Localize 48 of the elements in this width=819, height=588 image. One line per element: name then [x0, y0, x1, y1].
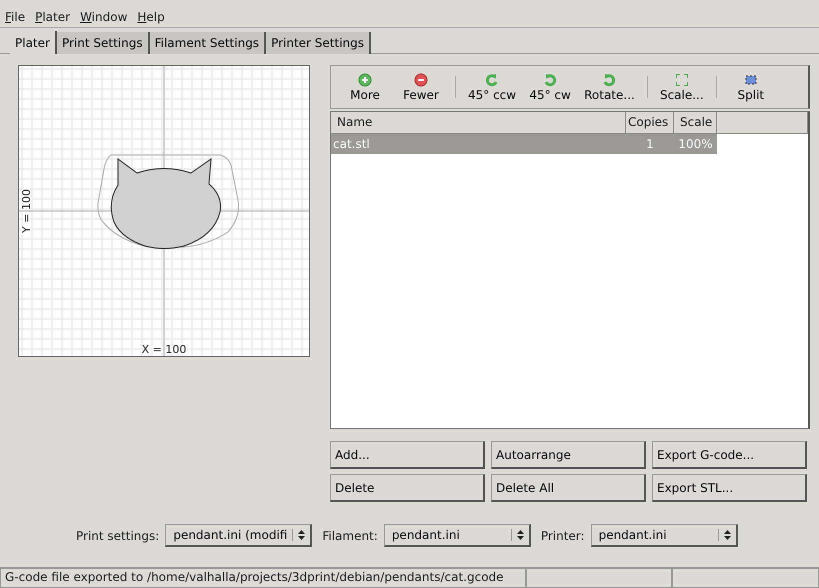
rotate-cw-icon — [543, 72, 558, 86]
preset-dropdown[interactable]: pendant.ini (modifi — [165, 524, 312, 547]
preset-dropdown[interactable]: pendant.ini — [590, 524, 738, 547]
status-text: G-code file exported to /home/valhalla/projects/3dprint/debian/pendants/cat.gcode — [0, 568, 526, 588]
spinner-arrows-icon — [510, 529, 525, 541]
column-header[interactable]: Name — [331, 112, 626, 133]
y-axis-label: Y = 100 — [20, 189, 33, 233]
menu-item[interactable]: File — [5, 10, 26, 24]
rotate-cw-icon — [602, 72, 616, 86]
selector-label: Printer: — [540, 528, 585, 542]
action-button[interactable]: Delete — [330, 474, 485, 502]
toolbar-button[interactable]: Scale... — [656, 72, 708, 102]
toolbar-button[interactable]: Rotate... — [580, 72, 639, 102]
menu-item[interactable]: Help — [137, 10, 165, 24]
cat-head-drawing[interactable] — [97, 154, 240, 249]
toolbar-button[interactable]: Split — [724, 72, 777, 102]
table-cell-text: cat.stl — [332, 137, 371, 151]
spinner-arrows-icon — [292, 529, 306, 541]
action-button[interactable]: Autoarrange — [491, 441, 646, 469]
table-cell-text: 1 — [645, 137, 655, 151]
tab[interactable]: Printer Settings — [266, 32, 372, 54]
menu-item[interactable]: Plater — [35, 10, 70, 24]
tab[interactable]: Plater — [10, 31, 57, 54]
tab[interactable]: Print Settings — [56, 32, 150, 54]
spinner-arrows-icon — [718, 529, 732, 541]
minus-icon — [414, 72, 428, 86]
split-icon — [744, 72, 758, 86]
menu-item[interactable]: Window — [80, 10, 128, 24]
selector-label: Filament: — [322, 528, 378, 542]
print-bed-canvas[interactable]: X = 100 Y = 100 — [18, 65, 310, 357]
selector-label: Print settings: — [76, 528, 160, 542]
rotate-ccw-icon — [485, 72, 500, 86]
plus-icon — [358, 72, 372, 86]
column-header[interactable]: Copies — [626, 112, 674, 133]
toolbar-button[interactable]: Fewer — [395, 72, 447, 102]
toolbar-button[interactable]: 45° ccw — [464, 72, 520, 102]
action-button[interactable]: Export STL... — [652, 474, 807, 502]
action-button[interactable]: Export G-code... — [652, 441, 807, 469]
table-cell-text: 100% — [677, 137, 714, 151]
x-axis-label: X = 100 — [142, 343, 186, 356]
column-header[interactable]: Scale — [674, 112, 717, 133]
tab[interactable]: Filament Settings — [150, 32, 266, 54]
preset-dropdown[interactable]: pendant.ini — [384, 524, 531, 547]
action-button[interactable]: Delete All — [491, 474, 646, 502]
toolbar-button[interactable]: More — [339, 72, 391, 102]
toolbar-button[interactable]: 45° cw — [524, 72, 576, 102]
scale-arrows-icon — [674, 72, 689, 86]
action-button[interactable]: Add... — [330, 441, 485, 469]
